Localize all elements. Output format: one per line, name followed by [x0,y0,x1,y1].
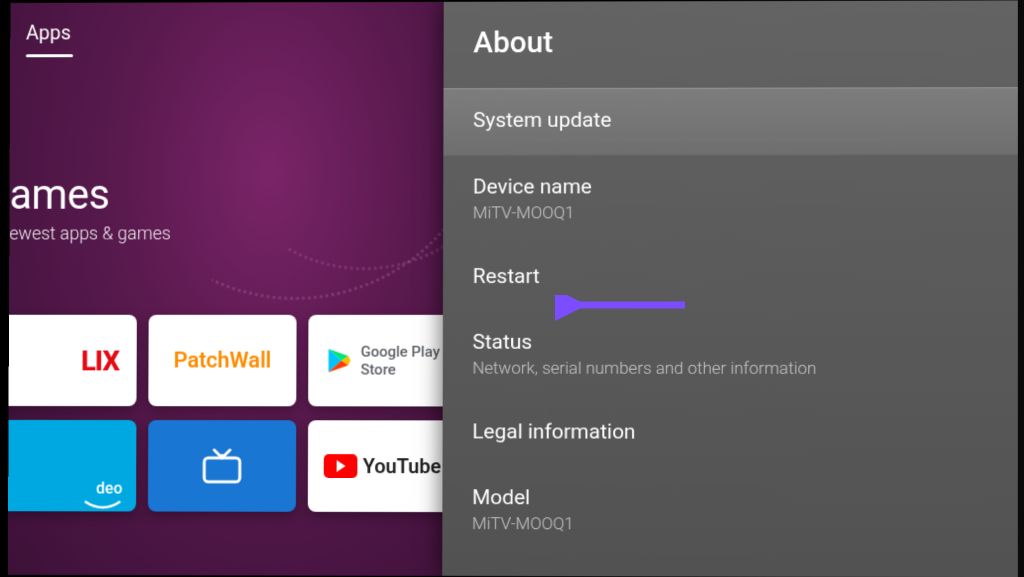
about-panel: About System update Device name MiTV-MOO… [442,0,1018,577]
tab-apps[interactable]: Apps [26,21,71,51]
google-play-label: Google PlayStore [361,343,440,379]
app-tile-tv[interactable] [148,420,296,512]
menu-item-model[interactable]: Model MiTV-MOOQ1 [442,466,1018,557]
item-title: Model [472,486,988,511]
google-play-icon [325,347,353,375]
promo-block: ames ewest apps & games [9,171,171,244]
menu-item-device-name[interactable]: Device name MiTV-MOOQ1 [443,155,1018,245]
prime-video-label: deo [96,479,122,498]
netflix-logo-text: LIX [81,344,119,377]
menu-item-system-update[interactable]: System update [443,87,1018,156]
screen-bezel [1018,0,1024,577]
item-title: Restart [473,265,988,289]
item-title: System update [473,108,988,133]
menu-item-legal-information[interactable]: Legal information [443,400,1018,467]
prime-smile-icon [83,499,122,511]
tab-bar: Apps [26,21,73,58]
app-tile-youtube[interactable]: YouTube [308,420,444,512]
item-title: Legal information [472,420,988,445]
app-tile-patchwall[interactable]: PatchWall [148,315,296,407]
youtube-label: YouTube [363,454,441,478]
tab-underline [26,54,73,57]
item-title: Device name [473,175,988,199]
app-tile-google-play[interactable]: Google PlayStore [308,315,444,407]
youtube-icon [323,454,357,478]
promo-title: ames [9,171,171,220]
patchwall-logo-text: PatchWall [173,348,271,373]
page-title: About [444,0,1019,88]
app-tile-prime-video[interactable]: deo [8,420,137,512]
home-screen: Apps ames ewest apps & games LIX PatchWa… [8,2,444,576]
item-subtitle: MiTV-MOOQ1 [472,514,988,535]
promo-subtitle: ewest apps & games [9,224,171,245]
item-subtitle: Network, serial numbers and other inform… [472,359,988,379]
item-subtitle: MiTV-MOOQ1 [473,203,988,223]
item-title: Status [473,331,988,355]
tv-icon [198,446,246,486]
app-tile-netflix[interactable]: LIX [8,315,137,406]
app-grid: LIX PatchWall Google PlayStore deo [8,315,444,513]
menu-item-restart[interactable]: Restart [443,245,1018,311]
menu-item-status[interactable]: Status Network, serial numbers and other… [443,311,1018,401]
